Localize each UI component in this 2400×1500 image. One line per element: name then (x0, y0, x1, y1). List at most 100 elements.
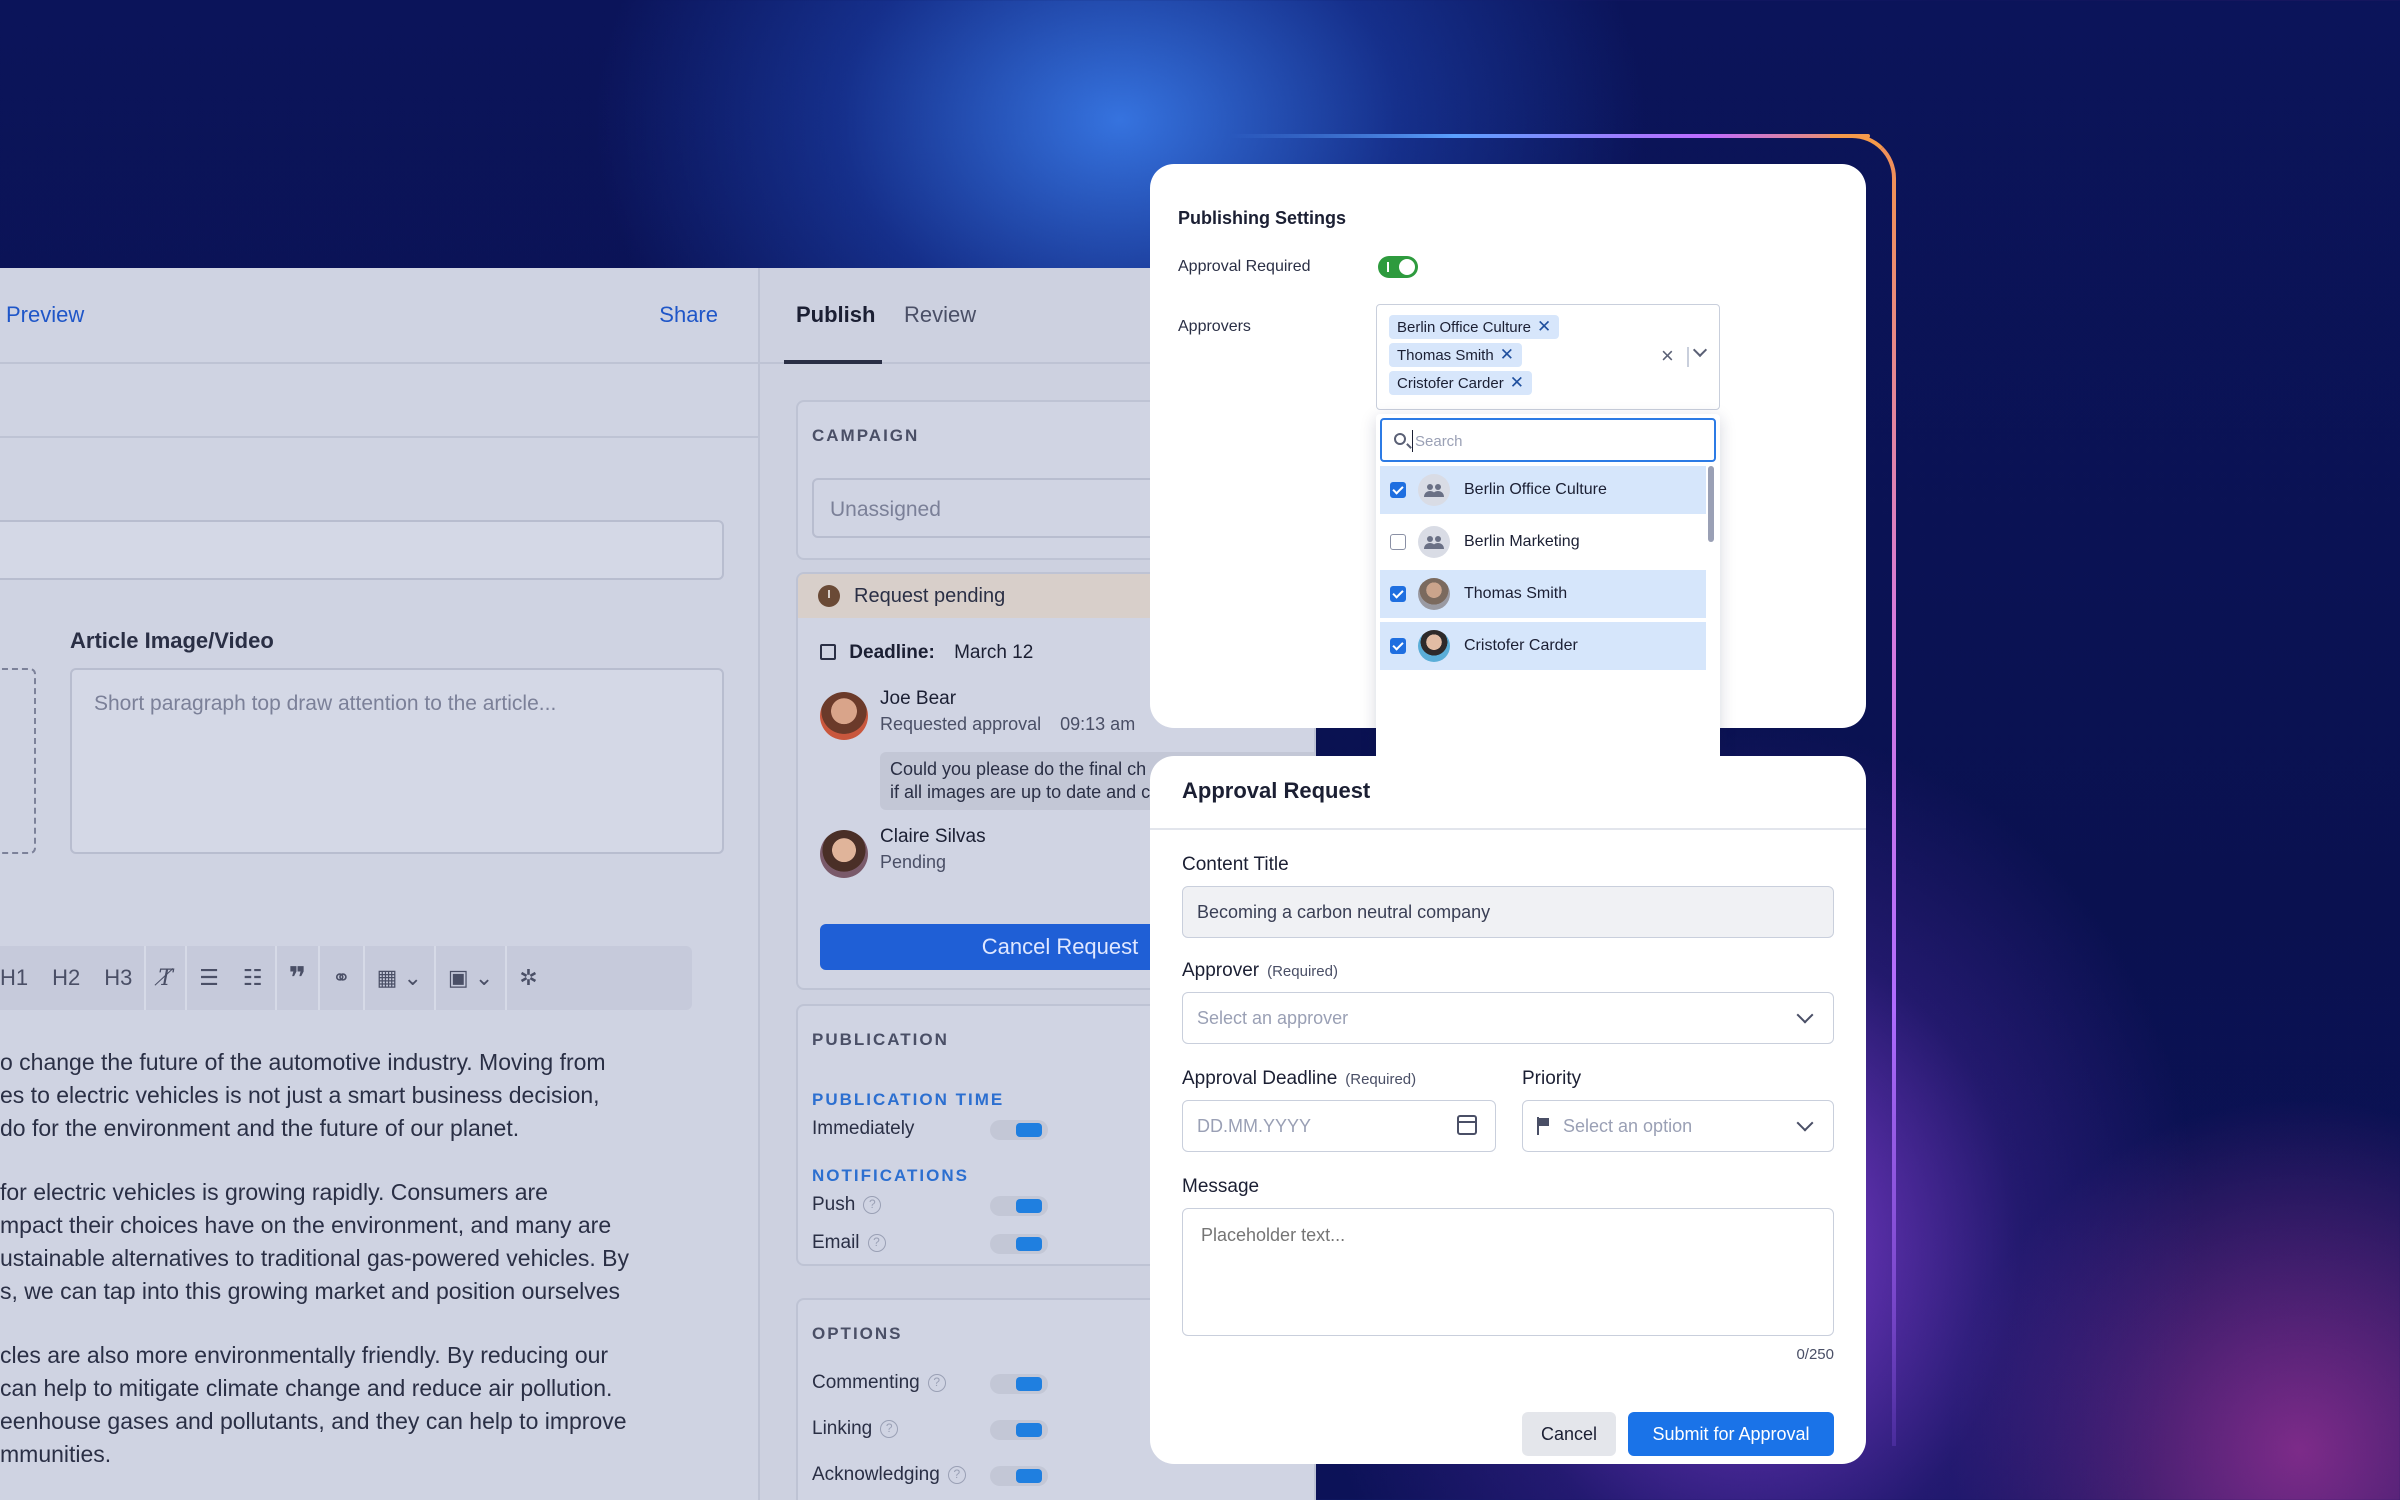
chevron-down-icon (1796, 1114, 1814, 1132)
email-toggle[interactable] (990, 1234, 1048, 1254)
bullet-list-icon[interactable]: ☰ (187, 946, 231, 1010)
linking-row: Linking? (812, 1418, 899, 1440)
approvers-label: Approvers (1178, 318, 1251, 335)
article-line: ustainable alternatives to traditional g… (0, 1245, 630, 1271)
option-label: Thomas Smith (1464, 585, 1568, 602)
approver-chip: Thomas Smith ✕ (1389, 343, 1522, 367)
chip-label: Cristofer Carder (1397, 374, 1504, 392)
priority-select[interactable]: Select an option (1522, 1100, 1834, 1152)
dropdown-option[interactable]: Cristofer Carder (1380, 622, 1706, 670)
deadline-row: Deadline: March 12 (820, 642, 1033, 664)
required-label: (Required) (1267, 963, 1338, 980)
submit-for-approval-button[interactable]: Submit for Approval (1628, 1412, 1834, 1456)
approval-title: Approval Request (1182, 778, 1371, 803)
dropdown-option[interactable]: Berlin Marketing (1380, 518, 1706, 566)
table-icon[interactable]: ▦ ⌄ (365, 946, 434, 1010)
priority-placeholder: Select an option (1563, 1115, 1693, 1136)
approver-placeholder: Select an approver (1197, 1007, 1349, 1028)
push-label: Push (812, 1194, 856, 1215)
publication-label: PUBLICATION (812, 1030, 949, 1049)
calendar-icon[interactable] (1457, 1115, 1477, 1135)
checkbox[interactable] (1390, 534, 1406, 550)
priority-label: Priority (1522, 1068, 1582, 1089)
linking-toggle[interactable] (990, 1420, 1048, 1440)
dropdown-scrollbar[interactable] (1708, 466, 1714, 542)
h1-button[interactable]: H1 (0, 946, 40, 1010)
article-line: can help to mitigate climate change and … (0, 1375, 613, 1401)
reviewer-status: Pending (880, 852, 947, 872)
article-line: do for the environment and the future of… (0, 1115, 520, 1141)
magic-wand-icon[interactable]: ✲ (507, 946, 549, 1010)
checkbox[interactable] (1390, 586, 1406, 602)
requester-meta: Requested approval 09:13 am (880, 714, 1135, 735)
article-line: o change the future of the automotive in… (0, 1049, 606, 1075)
article-line: cles are also more environmentally frien… (0, 1342, 609, 1368)
immediately-toggle[interactable] (990, 1120, 1048, 1140)
acknowledging-toggle[interactable] (990, 1466, 1048, 1486)
tab-publish[interactable]: Publish (796, 302, 875, 328)
divider (1687, 347, 1689, 367)
message-label: Message (1182, 1176, 1260, 1197)
editor-topbar: Preview Share (0, 268, 758, 364)
article-body[interactable]: o change the future of the automotive in… (0, 1046, 700, 1500)
deadline-value: March 12 (954, 642, 1034, 663)
content-title-input[interactable]: Becoming a carbon neutral company (1182, 886, 1834, 938)
help-icon[interactable]: ? (927, 1373, 946, 1392)
article-editor: Preview Share Article Image/Video Short … (0, 268, 758, 1500)
approver-select[interactable]: Select an approver (1182, 992, 1834, 1044)
clear-all-icon[interactable]: × (1661, 343, 1674, 369)
remove-chip-icon[interactable]: ✕ (1510, 374, 1524, 391)
option-label: Cristofer Carder (1464, 637, 1578, 654)
h2-button[interactable]: H2 (40, 946, 92, 1010)
remove-chip-icon[interactable]: ✕ (1537, 318, 1551, 335)
article-line: for electric vehicles is growing rapidly… (0, 1179, 548, 1205)
approvers-multiselect[interactable]: Berlin Office Culture ✕ Thomas Smith ✕ Cri… (1376, 304, 1720, 410)
email-row: Email? (812, 1232, 886, 1254)
message-textarea[interactable] (1182, 1208, 1834, 1336)
help-icon[interactable]: ? (880, 1419, 899, 1438)
push-toggle[interactable] (990, 1196, 1048, 1216)
numbered-list-icon[interactable]: ☷ (231, 946, 275, 1010)
deadline-date-input[interactable]: DD.MM.YYYY (1182, 1100, 1496, 1152)
checkbox[interactable] (1390, 638, 1406, 654)
cancel-button[interactable]: Cancel (1522, 1412, 1616, 1456)
article-line: eenhouse gases and pollutants, and they … (0, 1408, 627, 1434)
article-paragraph: o change the future of the automotive in… (0, 1046, 700, 1145)
dropdown-option[interactable]: Thomas Smith (1380, 570, 1706, 618)
checkbox[interactable] (1390, 482, 1406, 498)
request-pending-label: Request pending (854, 584, 1006, 607)
help-icon[interactable]: ? (863, 1195, 882, 1214)
article-paragraph: for electric vehicles is growing rapidly… (0, 1176, 700, 1308)
help-icon[interactable]: ? (947, 1465, 966, 1484)
image-icon[interactable]: ▣ ⌄ (436, 946, 505, 1010)
approver-label-text: Approver (1182, 960, 1260, 981)
preview-link[interactable]: Preview (6, 302, 84, 328)
media-dropzone[interactable] (0, 668, 36, 854)
share-link[interactable]: Share (659, 302, 718, 328)
tab-review[interactable]: Review (904, 302, 976, 328)
link-icon[interactable]: ⚭ (320, 946, 362, 1010)
clock-icon (818, 585, 840, 607)
notifications-label: NOTIFICATIONS (812, 1166, 969, 1185)
chevron-down-icon[interactable] (1692, 342, 1708, 358)
requester-time: 09:13 am (1060, 714, 1136, 734)
title-input[interactable] (0, 520, 724, 580)
dropdown-option[interactable]: Berlin Office Culture (1380, 466, 1706, 514)
article-line: mmunities. (0, 1441, 112, 1467)
article-line: s, we can tap into this growing market a… (0, 1278, 621, 1304)
search-input[interactable] (1412, 430, 1702, 452)
option-label: Berlin Marketing (1464, 533, 1580, 550)
clear-format-icon[interactable]: T̸ (146, 946, 185, 1010)
campaign-label: CAMPAIGN (812, 426, 920, 445)
media-description-input[interactable]: Short paragraph top draw attention to th… (70, 668, 724, 854)
remove-chip-icon[interactable]: ✕ (1500, 346, 1514, 363)
divider (1150, 828, 1866, 830)
quote-icon[interactable]: ❞ (277, 946, 319, 1010)
deadline-label: Deadline: (849, 642, 935, 663)
linking-label: Linking (812, 1418, 873, 1439)
avatar (1418, 578, 1450, 610)
h3-button[interactable]: H3 (92, 946, 144, 1010)
commenting-toggle[interactable] (990, 1374, 1048, 1394)
help-icon[interactable]: ? (867, 1233, 886, 1252)
approval-required-switch[interactable] (1378, 256, 1418, 278)
